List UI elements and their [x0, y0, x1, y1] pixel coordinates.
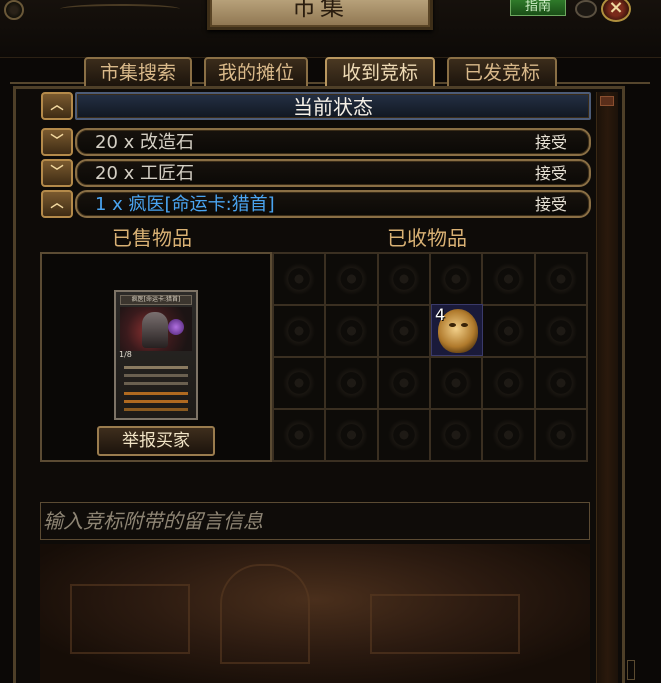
mask-eye [461, 323, 468, 327]
accept-button[interactable]: 接受 [535, 161, 567, 187]
status-row: ︿ 当前状态 [41, 92, 591, 120]
grid-cell[interactable] [534, 305, 587, 357]
tab-my-stall[interactable]: 我的摊位 [204, 57, 308, 86]
grid-cell[interactable] [325, 357, 378, 409]
grid-cell[interactable] [325, 305, 378, 357]
guide-button[interactable]: 指南 [510, 0, 566, 16]
sold-items-heading: 已售物品 [112, 226, 192, 250]
card-text-line [124, 366, 188, 369]
tab-sent-offers[interactable]: 已发竞标 [447, 57, 557, 86]
scene-furniture [70, 584, 190, 654]
received-items-heading: 已收物品 [387, 226, 467, 250]
status-label: 当前状态 [293, 95, 373, 119]
offer-bar[interactable]: 20 x 改造石 接受 [75, 128, 591, 156]
scrollbar[interactable] [596, 92, 618, 683]
card-text-line [124, 408, 188, 411]
received-item[interactable]: 4 [431, 304, 483, 356]
grid-cell[interactable] [377, 305, 430, 357]
scrollbar-thumb[interactable] [600, 96, 614, 106]
offer-message-input[interactable] [40, 502, 590, 540]
offer-label: 1 x 疯医[命运卡:猎首] [95, 194, 275, 215]
accept-button[interactable]: 接受 [535, 192, 567, 218]
frame-edge [627, 660, 635, 680]
chevron-down-icon: ﹀ [50, 165, 64, 180]
offer-bar[interactable]: 20 x 工匠石 接受 [75, 159, 591, 187]
divination-card[interactable]: 疯医[命运卡:猎首] 1/8 [114, 290, 198, 420]
grid-cell[interactable] [273, 409, 326, 461]
grid-cell[interactable] [377, 357, 430, 409]
grid-cell[interactable] [325, 253, 378, 305]
grid-cell[interactable] [273, 253, 326, 305]
header-ornament [60, 4, 180, 14]
offer-label: 20 x 工匠石 [95, 163, 194, 184]
card-art [120, 307, 192, 351]
grid-cell[interactable] [482, 409, 535, 461]
grid-cell[interactable] [377, 253, 430, 305]
card-text-line [124, 374, 188, 377]
status-bar: 当前状态 [75, 92, 591, 120]
grid-cell[interactable] [429, 253, 483, 305]
chevron-up-icon: ︿ [50, 98, 64, 113]
expand-button[interactable]: ﹀ [41, 159, 73, 187]
grid-cell[interactable] [534, 253, 587, 305]
expand-button[interactable]: ﹀ [41, 128, 73, 156]
card-stack-count: 1/8 [119, 350, 132, 359]
offer-row[interactable]: ﹀ 20 x 工匠石 接受 [41, 159, 591, 187]
offer-bar[interactable]: 1 x 疯医[命运卡:猎首] 接受 [75, 190, 591, 218]
received-items-grid [272, 252, 588, 462]
card-name: 疯医[命运卡:猎首] [120, 295, 192, 305]
grid-cell[interactable] [273, 305, 326, 357]
card-text-line [124, 392, 188, 395]
card-orb-icon [168, 319, 184, 335]
offer-row[interactable]: ︿ 1 x 疯医[命运卡:猎首] 接受 [41, 190, 591, 218]
grid-cell[interactable] [534, 357, 587, 409]
window-title-plate: 市集 [207, 0, 433, 30]
window-title: 市集 [292, 0, 348, 21]
report-buyer-button[interactable]: 举报买家 [97, 426, 215, 456]
grid-cell[interactable] [429, 357, 483, 409]
grid-cell[interactable] [273, 357, 326, 409]
tab-received-offers[interactable]: 收到竞标 [325, 57, 435, 86]
offer-row[interactable]: ﹀ 20 x 改造石 接受 [41, 128, 591, 156]
grid-cell[interactable] [482, 357, 535, 409]
item-quantity: 4 [435, 305, 446, 324]
scene-table [370, 594, 520, 654]
offer-label: 20 x 改造石 [95, 132, 194, 153]
grid-cell[interactable] [325, 409, 378, 461]
card-figure-icon [142, 312, 168, 348]
grid-cell[interactable] [377, 409, 430, 461]
grid-cell[interactable] [482, 305, 535, 357]
chevron-down-icon: ﹀ [50, 134, 64, 149]
tab-market-search[interactable]: 市集搜索 [84, 57, 192, 86]
collapse-button[interactable]: ︿ [41, 190, 73, 218]
background-scene [40, 544, 590, 683]
grid-cell[interactable] [534, 409, 587, 461]
card-text-line [124, 400, 188, 403]
mask-eye [449, 323, 456, 327]
card-text-line [124, 382, 188, 385]
chevron-up-icon: ︿ [50, 196, 64, 211]
corner-ornament-icon [4, 0, 24, 20]
scene-arch [220, 564, 310, 664]
gear-icon[interactable] [575, 0, 597, 18]
grid-cell[interactable] [429, 409, 483, 461]
grid-cell[interactable] [482, 253, 535, 305]
collapse-button[interactable]: ︿ [41, 92, 73, 120]
accept-button[interactable]: 接受 [535, 130, 567, 156]
